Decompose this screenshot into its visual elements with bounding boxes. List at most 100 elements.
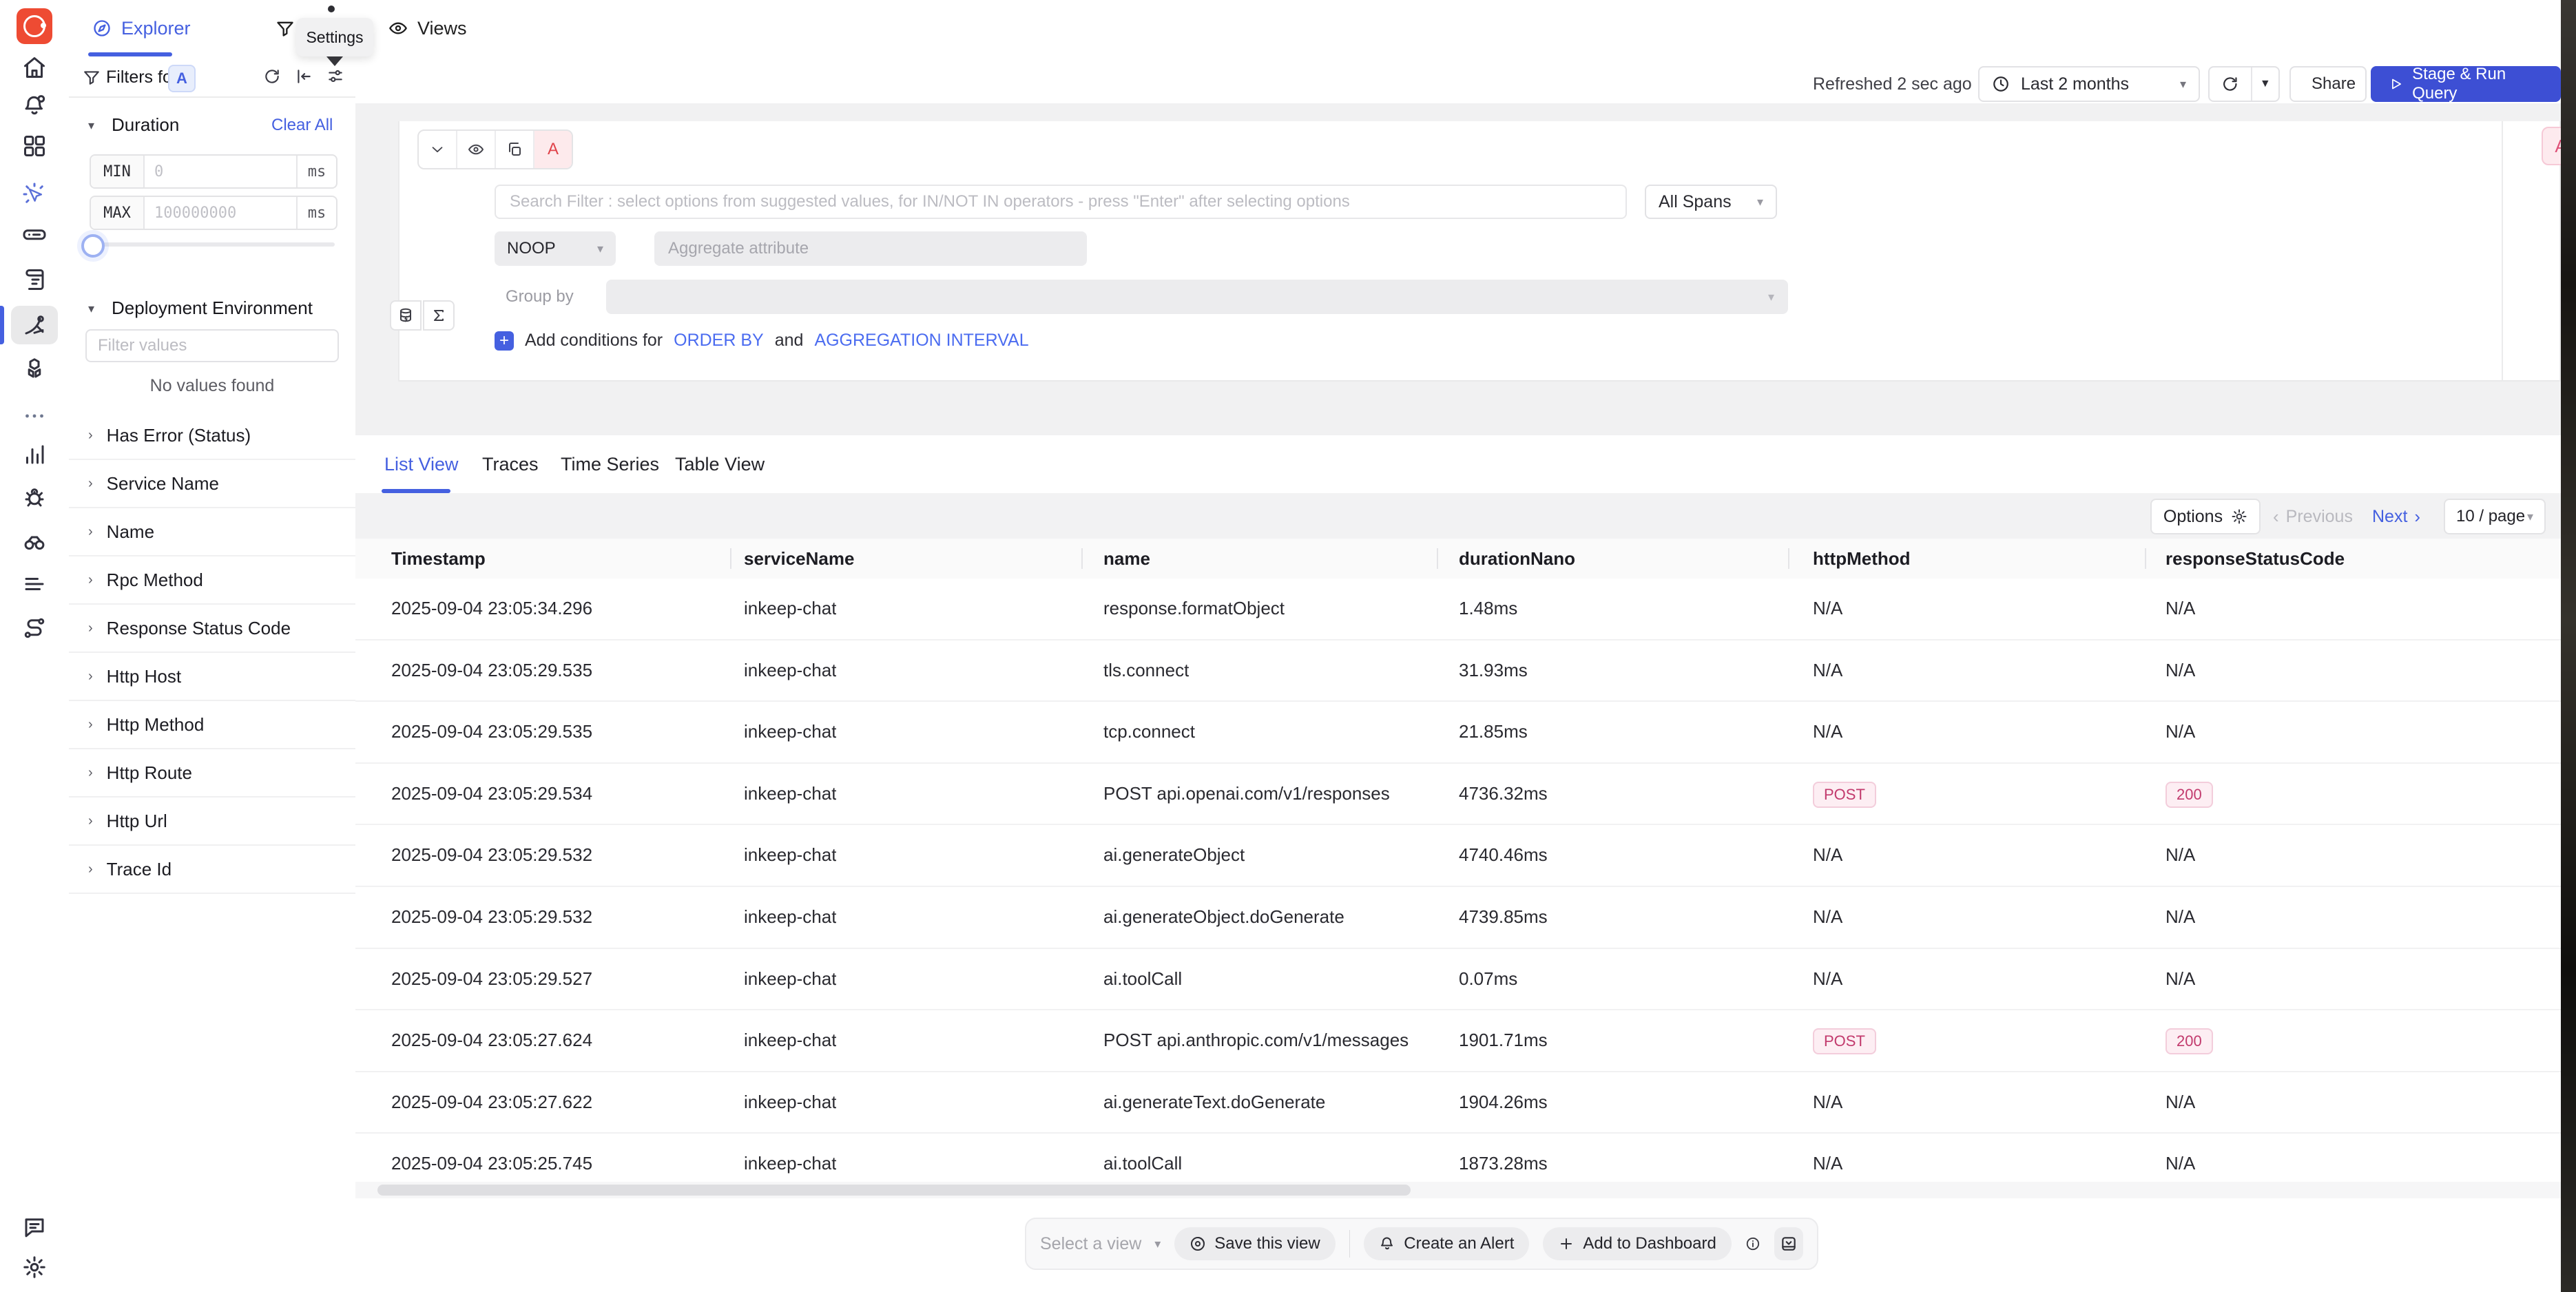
alerts-bell-icon[interactable] — [22, 94, 47, 118]
info-icon[interactable] — [1745, 1234, 1760, 1253]
col-timestamp[interactable]: Timestamp — [391, 539, 486, 579]
filter-section-trace-id[interactable]: ›Trace Id — [69, 846, 355, 894]
logs-icon[interactable] — [22, 267, 47, 292]
horizontal-scroll-thumb[interactable] — [377, 1185, 1411, 1196]
col-servicename[interactable]: serviceName — [744, 539, 854, 579]
chat-icon[interactable] — [22, 1215, 47, 1240]
exceptions-bug-icon[interactable] — [22, 485, 47, 510]
infrastructure-icon[interactable] — [22, 222, 47, 247]
download-view-button[interactable] — [1774, 1227, 1803, 1260]
col-durationnano[interactable]: durationNano — [1459, 539, 1575, 579]
table-row[interactable]: 2025-09-04 23:05:29.532inkeep-chatai.gen… — [355, 825, 2561, 887]
search-filter-input[interactable] — [495, 185, 1627, 219]
lists-icon[interactable] — [22, 572, 47, 596]
group-by-label: Group by — [506, 280, 574, 314]
metrics-chart-icon[interactable] — [22, 442, 47, 467]
table-row[interactable]: 2025-09-04 23:05:29.534inkeep-chatPOST a… — [355, 764, 2561, 826]
duration-chevron-icon[interactable]: ▾ — [88, 118, 94, 133]
table-row[interactable]: 2025-09-04 23:05:29.532inkeep-chatai.gen… — [355, 887, 2561, 949]
add-query-button[interactable] — [390, 300, 422, 331]
options-button[interactable]: Options — [2150, 499, 2261, 534]
time-range-select[interactable]: Last 2 months ▾ — [1978, 66, 2200, 102]
plus-icon[interactable]: + — [495, 331, 514, 351]
query-visibility-button[interactable] — [457, 131, 496, 168]
tab-list-view[interactable]: List View — [384, 435, 459, 493]
query-card-divider — [2502, 121, 2503, 380]
save-view-button[interactable]: Save this view — [1174, 1227, 1335, 1260]
collapse-panel-icon[interactable] — [295, 67, 313, 85]
tab-table-view[interactable]: Table View — [675, 435, 765, 493]
tab-traces[interactable]: Traces — [482, 435, 539, 493]
group-by-select[interactable]: ▾ — [606, 280, 1788, 314]
add-to-dashboard-button[interactable]: Add to Dashboard — [1543, 1227, 1731, 1260]
tab-time-series[interactable]: Time Series — [561, 435, 659, 493]
order-by-link[interactable]: ORDER BY — [674, 331, 764, 351]
cell-name: tcp.connect — [1103, 702, 1195, 762]
tab-explorer[interactable]: Explorer — [92, 0, 191, 56]
filter-section-http-url[interactable]: ›Http Url — [69, 798, 355, 846]
table-row[interactable]: 2025-09-04 23:05:34.296inkeep-chatrespon… — [355, 579, 2561, 640]
col-httpmethod[interactable]: httpMethod — [1813, 539, 1911, 579]
filter-section-response-status-code[interactable]: ›Response Status Code — [69, 605, 355, 653]
refresh-icon[interactable] — [2210, 75, 2251, 93]
routes-icon[interactable] — [22, 616, 47, 640]
more-options-icon[interactable] — [22, 404, 47, 428]
col-name[interactable]: name — [1103, 539, 1150, 579]
refresh-options-chevron[interactable]: ▼ — [2251, 67, 2278, 101]
click-events-icon[interactable] — [22, 182, 47, 207]
table-row[interactable]: 2025-09-04 23:05:27.622inkeep-chatai.gen… — [355, 1072, 2561, 1134]
filter-query-badge[interactable]: A — [168, 65, 196, 92]
table-row[interactable]: 2025-09-04 23:05:27.624inkeep-chatPOST a… — [355, 1010, 2561, 1072]
filter-section-has-error-status-[interactable]: ›Has Error (Status) — [69, 412, 355, 460]
table-row[interactable]: 2025-09-04 23:05:29.535inkeep-chattls.co… — [355, 640, 2561, 702]
previous-page-button[interactable]: ‹ Previous — [2273, 499, 2353, 534]
filter-section-http-route[interactable]: ›Http Route — [69, 749, 355, 798]
filter-section-name[interactable]: ›Name — [69, 508, 355, 556]
filter-settings-icon[interactable] — [326, 67, 344, 85]
max-input[interactable] — [145, 197, 296, 229]
services-cubes-icon[interactable] — [22, 357, 47, 382]
dashboards-grid-icon[interactable] — [22, 134, 47, 158]
traces-icon[interactable] — [22, 313, 47, 337]
filter-section-http-method[interactable]: ›Http Method — [69, 701, 355, 749]
deployment-section-title[interactable]: Deployment Environment — [112, 298, 313, 319]
page-size-select[interactable]: 10 / page ▾ — [2444, 499, 2546, 534]
signoz-logo[interactable] — [17, 8, 52, 44]
filter-section-rpc-method[interactable]: ›Rpc Method — [69, 556, 355, 605]
query-a-chip[interactable]: A — [534, 131, 572, 168]
chevron-down-icon: ▾ — [1757, 195, 1763, 209]
aggregation-op-select[interactable]: NOOP ▾ — [495, 231, 616, 266]
duration-slider-handle[interactable] — [81, 234, 105, 258]
stage-run-query-button[interactable]: Stage & Run Query — [2371, 66, 2561, 102]
home-icon[interactable] — [22, 55, 47, 80]
all-spans-select[interactable]: All Spans ▾ — [1645, 185, 1777, 219]
chevron-right-icon: › — [88, 524, 93, 540]
duration-section-title[interactable]: Duration — [112, 114, 179, 136]
deployment-filter-input[interactable] — [85, 329, 339, 362]
share-button[interactable]: Share — [2289, 66, 2367, 102]
aggregate-attribute-input[interactable]: Aggregate attribute — [654, 231, 1087, 266]
settings-gear-icon[interactable] — [22, 1255, 47, 1280]
table-row[interactable]: 2025-09-04 23:05:29.527inkeep-chatai.too… — [355, 949, 2561, 1011]
col-responsestatuscode[interactable]: responseStatusCode — [2165, 539, 2345, 579]
select-view-dropdown[interactable]: Select a view ▾ — [1040, 1234, 1161, 1254]
min-input[interactable] — [145, 156, 296, 187]
explorer-binoculars-icon[interactable] — [22, 529, 47, 554]
conditions-prefix: Add conditions for — [525, 331, 663, 351]
filter-section-http-host[interactable]: ›Http Host — [69, 653, 355, 701]
clear-all-link[interactable]: Clear All — [271, 116, 333, 135]
aggregation-interval-link[interactable]: AGGREGATION INTERVAL — [814, 331, 1028, 351]
deployment-chevron-icon[interactable]: ▾ — [88, 302, 94, 316]
tab-views[interactable]: Views — [388, 0, 467, 56]
cell-responsestatuscode: N/A — [2165, 949, 2195, 1010]
create-alert-button[interactable]: Create an Alert — [1364, 1227, 1529, 1260]
next-page-button[interactable]: Next › — [2372, 499, 2420, 534]
add-formula-button[interactable] — [423, 300, 455, 331]
query-collapse-button[interactable] — [419, 131, 457, 168]
table-row[interactable]: 2025-09-04 23:05:29.535inkeep-chattcp.co… — [355, 702, 2561, 764]
filter-section-service-name[interactable]: ›Service Name — [69, 460, 355, 508]
refresh-filters-icon[interactable] — [263, 67, 281, 85]
duration-slider-track[interactable] — [90, 242, 335, 247]
query-copy-button[interactable] — [496, 131, 534, 168]
cell-name: ai.generateText.doGenerate — [1103, 1072, 1325, 1133]
